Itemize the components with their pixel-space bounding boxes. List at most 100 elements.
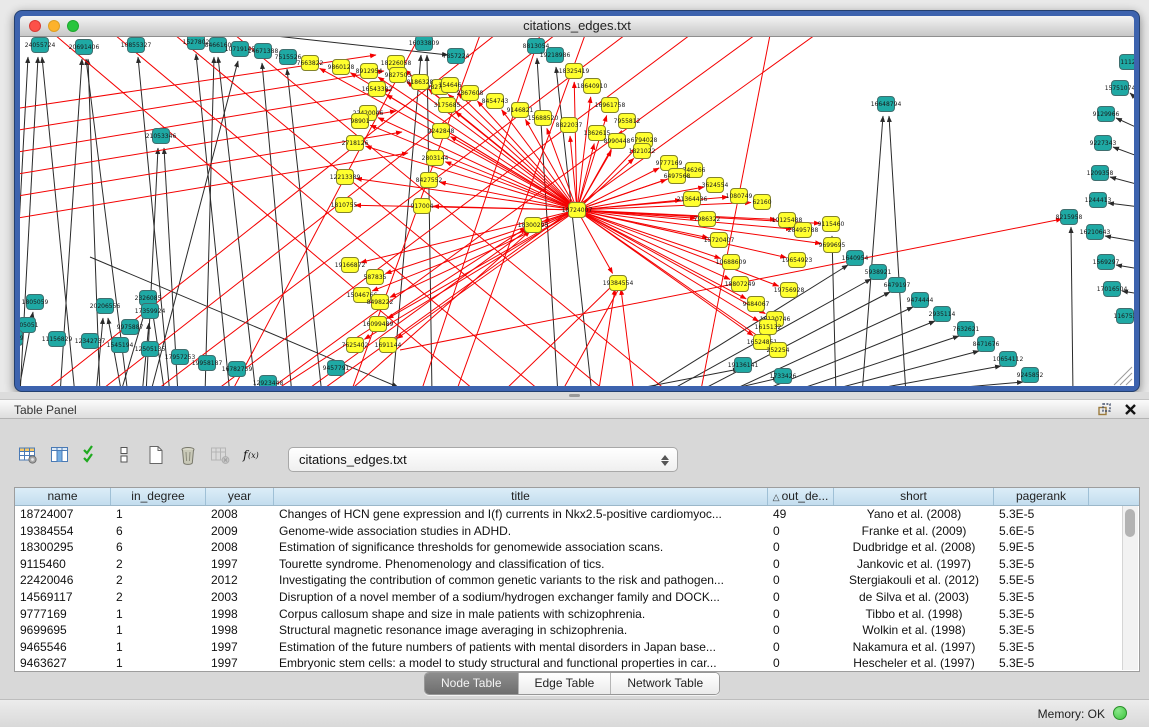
graph-edge[interactable] — [1071, 227, 1073, 386]
graph-node[interactable]: 15720407 — [704, 233, 735, 248]
table-select-dropdown[interactable]: citations_edges.txt — [288, 447, 678, 472]
graph-node[interactable]: 1545194 — [107, 338, 134, 353]
zoom-window-icon[interactable] — [67, 20, 79, 32]
graph-edge[interactable] — [812, 351, 979, 386]
graph-node[interactable]: 10688609 — [716, 255, 747, 270]
graph-node[interactable]: 16782759 — [222, 362, 253, 377]
graph-node[interactable]: 12213389 — [330, 170, 361, 185]
tab-node-table[interactable]: Node Table — [425, 673, 519, 694]
graph-node[interactable]: 7986322 — [694, 212, 721, 227]
column-header-out-de-[interactable]: △out_de... — [768, 488, 834, 505]
table-row[interactable]: 977716911998Corpus callosum shape and si… — [15, 606, 1139, 623]
table-settings-icon[interactable] — [18, 445, 38, 470]
graph-edge[interactable] — [577, 210, 779, 286]
graph-edge[interactable] — [427, 55, 432, 386]
graph-edge[interactable] — [361, 210, 577, 262]
graph-node[interactable]: 62160 — [752, 195, 771, 210]
graph-node[interactable]: 19166872 — [335, 258, 366, 273]
vertical-scrollbar[interactable] — [1122, 506, 1138, 670]
table-row[interactable]: 911546021997Tourette syndrome. Phenomeno… — [15, 556, 1139, 573]
window-resize-grip-icon[interactable] — [1126, 379, 1132, 385]
graph-edge[interactable] — [1108, 203, 1134, 207]
column-header-pagerank[interactable]: pagerank — [994, 488, 1089, 505]
panel-divider[interactable] — [0, 392, 1149, 399]
graph-edge[interactable] — [1130, 93, 1134, 102]
graph-edge[interactable] — [577, 210, 792, 229]
graph-node[interactable]: 917004 — [411, 199, 434, 214]
graph-node[interactable]: 98901 — [350, 114, 369, 129]
delete-table-icon[interactable] — [178, 445, 198, 470]
graph-node[interactable]: 305051 — [20, 318, 39, 333]
graph-edge[interactable] — [722, 307, 913, 386]
graph-node[interactable]: 18640910 — [577, 79, 608, 94]
graph-node[interactable]: 116753 — [1114, 309, 1134, 324]
graph-node[interactable]: 2935114 — [929, 307, 956, 322]
graph-node[interactable]: 16961758 — [595, 98, 626, 113]
graph-edge[interactable] — [388, 210, 577, 319]
graph-edge[interactable] — [842, 366, 1001, 386]
graph-node[interactable]: 7625402 — [342, 338, 369, 353]
float-panel-icon[interactable] — [1097, 402, 1112, 422]
graph-node[interactable]: 1112 — [1120, 55, 1135, 70]
graph-edge[interactable] — [1116, 118, 1134, 129]
function-builder-icon[interactable]: f(x) — [242, 445, 262, 470]
graph-node[interactable]: 7955812 — [614, 114, 641, 129]
graph-node[interactable]: 8471676 — [973, 337, 1000, 352]
close-panel-icon[interactable] — [1124, 403, 1137, 421]
graph-edge[interactable] — [577, 210, 776, 219]
graph-node[interactable]: 19654923 — [782, 253, 813, 268]
graph-node[interactable]: 15751074 — [1105, 81, 1134, 96]
graph-node[interactable]: 9484067 — [743, 297, 770, 312]
graph-node[interactable]: 8427552 — [416, 173, 443, 188]
graph-edge[interactable] — [560, 283, 622, 386]
column-header-short[interactable]: short — [834, 488, 994, 505]
graph-node[interactable]: 17016504 — [1097, 282, 1128, 297]
graph-node[interactable]: 1691144 — [375, 338, 402, 353]
graph-node[interactable]: 8215958 — [1056, 210, 1083, 225]
graph-node[interactable]: 9975887 — [117, 320, 144, 335]
new-document-icon[interactable] — [146, 445, 166, 470]
graph-node[interactable]: 1810755 — [331, 198, 358, 213]
graph-node[interactable]: 24055724 — [25, 38, 56, 53]
graph-node[interactable]: 9227343 — [1090, 136, 1117, 151]
graph-node[interactable]: 21053346 — [146, 129, 177, 144]
graph-node[interactable]: 12923448 — [253, 376, 284, 387]
graph-node[interactable]: 9245852 — [1017, 368, 1044, 383]
graph-node[interactable]: 9115460 — [818, 217, 845, 232]
graph-edge[interactable] — [1105, 236, 1134, 242]
graph-node[interactable]: 2803144 — [422, 151, 449, 166]
graph-node[interactable]: 19958187 — [192, 356, 223, 371]
graph-node[interactable]: 16210643 — [1080, 225, 1111, 240]
graph-node[interactable]: 8912954 — [356, 64, 383, 79]
graph-edge[interactable] — [150, 61, 238, 386]
table-row[interactable]: 1830029562008Estimation of significance … — [15, 539, 1139, 556]
delete-column-disabled-icon[interactable] — [210, 445, 230, 470]
graph-node[interactable]: 9474444 — [907, 293, 934, 308]
graph-node[interactable]: 9699695 — [819, 238, 846, 253]
column-header-title[interactable]: title — [274, 488, 768, 505]
graph-node[interactable]: 1569297 — [1093, 255, 1120, 270]
column-header-name[interactable]: name — [15, 488, 111, 505]
graph-edge[interactable] — [1110, 177, 1134, 185]
network-canvas[interactable]: 2405572420691406108553271527802846616010… — [20, 37, 1134, 386]
graph-node[interactable]: 1209358 — [1087, 166, 1114, 181]
table-row[interactable]: 969969511998Structural magnetic resonanc… — [15, 622, 1139, 639]
close-window-icon[interactable] — [29, 20, 41, 32]
graph-node[interactable]: 8822037 — [556, 118, 583, 133]
table-row[interactable]: 1872400712008Changes of HCN gene express… — [15, 506, 1139, 523]
graph-node[interactable]: 11156829 — [42, 332, 73, 347]
graph-node[interactable]: 19384554 — [603, 276, 634, 291]
graph-edge[interactable] — [20, 71, 384, 133]
graph-edge[interactable] — [621, 289, 634, 386]
column-header-year[interactable]: year — [206, 488, 274, 505]
graph-node[interactable]: 16648794 — [871, 97, 902, 112]
graph-edge[interactable] — [889, 116, 906, 386]
graph-edge[interactable] — [832, 236, 836, 386]
graph-node[interactable]: 16099489 — [363, 317, 394, 332]
graph-node[interactable]: 5938921 — [865, 265, 892, 280]
minimize-window-icon[interactable] — [48, 20, 60, 32]
graph-edge[interactable] — [604, 369, 739, 386]
graph-node[interactable]: 8454743 — [482, 94, 509, 109]
table-row[interactable]: 1456911722003Disruption of a novel membe… — [15, 589, 1139, 606]
graph-node[interactable]: 7857224 — [443, 49, 470, 64]
